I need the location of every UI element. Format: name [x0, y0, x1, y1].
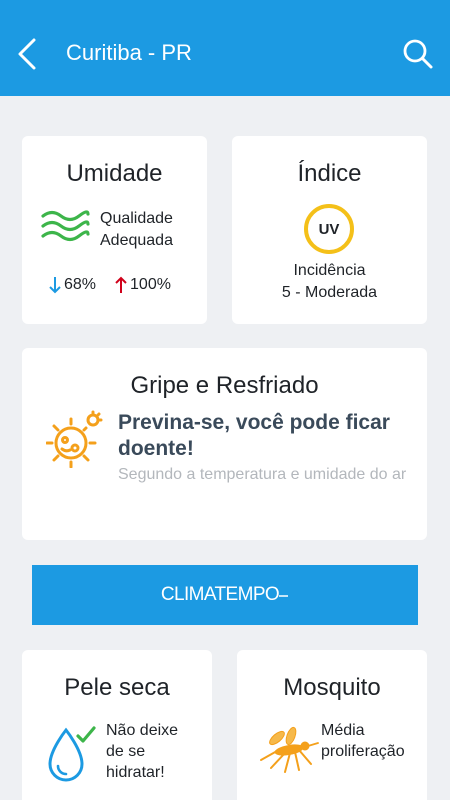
uv-incidence-value: 5 - Moderada — [281, 284, 378, 301]
mosquito-card[interactable]: Mosquito Média proliferação — [237, 650, 427, 800]
dry-skin-line3: hidratar! — [106, 764, 165, 781]
climatempo-logo: CLIMATEMPO — [160, 584, 280, 605]
dry-skin-line1: Não deixe — [106, 722, 179, 739]
dry-skin-card[interactable]: Pele seca Não deixe de se hidratar! — [22, 650, 212, 800]
flu-card[interactable]: Gripe e Resfriado Previna-se, você pode … — [22, 348, 427, 540]
germ-icon — [46, 410, 103, 468]
flu-headline: Previna-se, você pode ficar doente! — [118, 411, 390, 460]
mosquito-icon — [260, 726, 319, 773]
humidity-title: Umidade — [66, 160, 163, 187]
dry-skin-title: Pele seca — [64, 674, 170, 701]
uv-incidence: Incidência 5 - Moderada — [232, 260, 427, 304]
mosquito-line2: proliferação — [321, 743, 405, 760]
mosquito-line1: Média — [321, 722, 365, 739]
waves-icon — [41, 210, 90, 242]
uv-incidence-label: Incidência — [293, 262, 366, 279]
flu-title: Gripe e Resfriado — [130, 372, 319, 399]
uv-index-title: Índice — [297, 160, 362, 187]
humidity-range: 68% 100% — [48, 276, 171, 294]
search-icon[interactable] — [402, 38, 434, 70]
mosquito-level: Média proliferação — [321, 720, 405, 762]
humidity-quality-line2: Adequada — [100, 232, 173, 249]
humidity-min: 68% — [64, 276, 97, 293]
dry-skin-advice: Não deixe de se hidratar! — [106, 720, 178, 783]
climatempo-banner[interactable]: CLIMATEMPO — [32, 565, 418, 625]
mosquito-title: Mosquito — [283, 674, 381, 701]
dry-skin-line2: de se — [106, 743, 146, 760]
back-button[interactable] — [14, 36, 42, 72]
humidity-quality-line1: Qualidade — [100, 210, 173, 227]
humidity-max: 100% — [130, 276, 171, 293]
uv-index-card[interactable]: Índice UV Incidência 5 - Moderada — [232, 136, 427, 324]
logo-dash-icon — [279, 595, 289, 597]
flu-subtitle: Segundo a temperatura e umidade do ar — [118, 466, 407, 483]
water-drop-icon — [48, 726, 96, 782]
page-title: Curitiba - PR — [66, 40, 192, 65]
app-header: Curitiba - PR — [0, 0, 450, 96]
arrow-up-icon — [115, 276, 127, 293]
humidity-card[interactable]: Umidade Qualidade Adequada 68% 100% — [22, 136, 207, 324]
arrow-down-icon — [49, 277, 61, 294]
uv-icon: UV — [304, 204, 354, 254]
humidity-quality: Qualidade Adequada — [100, 208, 173, 252]
